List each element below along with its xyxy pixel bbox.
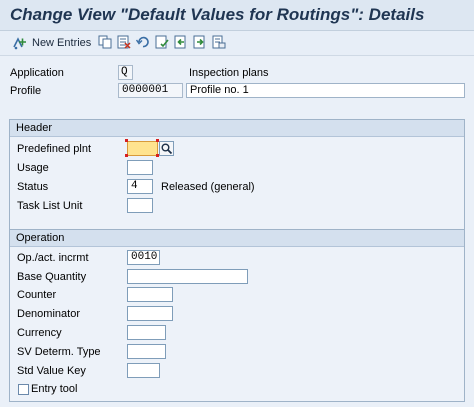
focus-marker — [125, 154, 128, 157]
std-value-key-input[interactable] — [127, 363, 160, 378]
plant-search-button[interactable] — [159, 141, 174, 156]
predefined-plant-label: Predefined plnt — [17, 143, 91, 155]
search-icon — [161, 143, 173, 155]
profile-field: 0000001 — [118, 83, 183, 98]
predefined-plant-input[interactable] — [127, 141, 158, 156]
delete-icon[interactable] — [117, 35, 131, 49]
usage-label: Usage — [17, 162, 49, 174]
counter-input[interactable] — [127, 287, 173, 302]
new-entries-icon — [12, 36, 28, 50]
undo-icon[interactable] — [136, 35, 150, 49]
operation-group: Operation Op./act. incrmt 0010 Base Quan… — [9, 229, 465, 402]
entry-tool-label: Entry tool — [31, 383, 78, 395]
entry-tool-checkbox[interactable] — [18, 384, 29, 395]
op-incrmt-label: Op./act. incrmt — [17, 252, 89, 264]
status-label: Status — [17, 181, 49, 193]
page-title: Change View "Default Values for Routings… — [10, 5, 425, 24]
currency-label: Currency — [17, 327, 62, 339]
currency-input[interactable] — [127, 325, 166, 340]
focus-marker — [125, 139, 128, 142]
operation-group-title: Operation — [16, 232, 65, 244]
new-entries-button[interactable]: New Entries — [12, 34, 91, 51]
base-quantity-input[interactable] — [127, 269, 248, 284]
sv-determ-type-input[interactable] — [127, 344, 166, 359]
header-group-title: Header — [16, 122, 53, 134]
profile-label: Profile — [10, 85, 42, 97]
profile-description-field[interactable]: Profile no. 1 — [186, 83, 465, 98]
previous-entry-icon[interactable] — [174, 35, 188, 49]
counter-label: Counter — [17, 289, 57, 301]
header-group-heading: Header — [10, 120, 464, 137]
new-entries-label: New Entries — [32, 36, 92, 49]
print-icon[interactable] — [212, 35, 226, 49]
next-entry-icon[interactable] — [193, 35, 207, 49]
status-input[interactable]: 4 — [127, 179, 153, 194]
std-value-key-label: Std Value Key — [17, 365, 86, 377]
application-field: Q — [118, 65, 133, 80]
select-all-icon[interactable] — [155, 35, 169, 49]
denominator-label: Denominator — [17, 308, 80, 320]
copy-icon[interactable] — [98, 35, 112, 49]
sv-determ-type-label: SV Determ. Type — [17, 346, 101, 358]
status-description: Released (general) — [161, 181, 255, 193]
operation-group-heading: Operation — [10, 230, 464, 247]
application-label: Application — [10, 67, 64, 79]
base-quantity-label: Base Quantity — [17, 271, 87, 283]
task-list-unit-label: Task List Unit — [17, 200, 83, 212]
application-description: Inspection plans — [189, 67, 269, 79]
application-toolbar: New Entries — [0, 31, 474, 56]
title-bar: Change View "Default Values for Routings… — [0, 0, 474, 31]
usage-input[interactable] — [127, 160, 153, 175]
denominator-input[interactable] — [127, 306, 173, 321]
task-list-unit-input[interactable] — [127, 198, 153, 213]
op-incrmt-input[interactable]: 0010 — [127, 250, 160, 265]
main-content: Application Q Inspection plans Profile 0… — [0, 56, 474, 407]
